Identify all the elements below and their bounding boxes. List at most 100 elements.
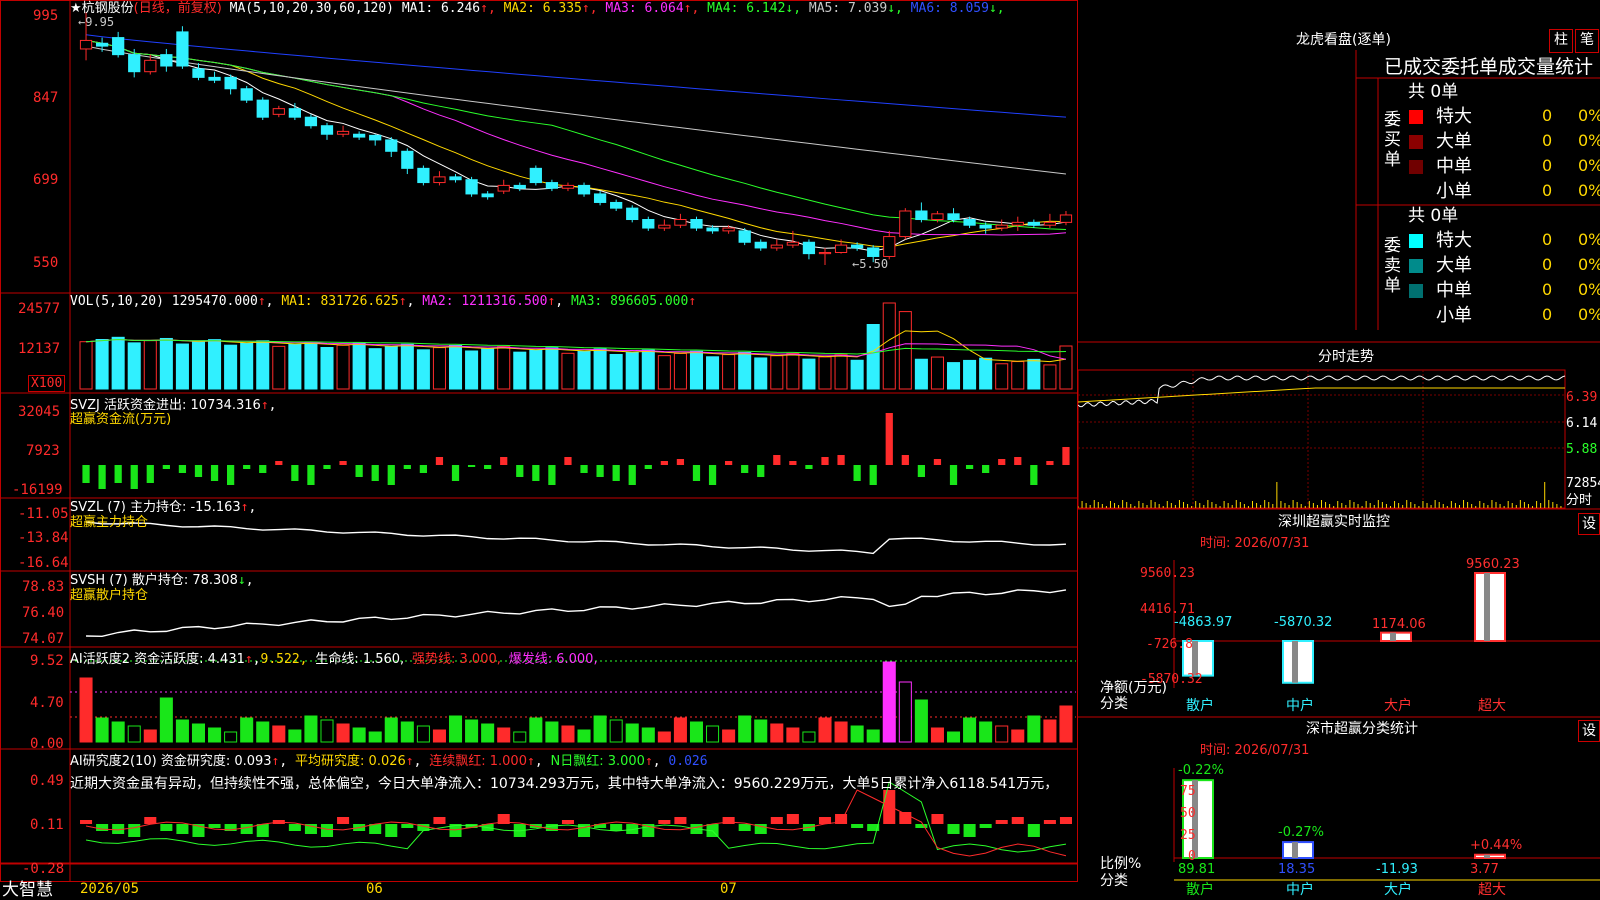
activity-bar xyxy=(1043,719,1057,743)
ma-arrow: ↑, xyxy=(581,1,606,16)
sell-side-label: 委卖单 xyxy=(1384,236,1401,296)
volume-bar xyxy=(1043,364,1057,390)
research-red-line xyxy=(85,789,1067,857)
ma-arrow: ↓, xyxy=(887,1,911,16)
fund-flow-bar xyxy=(660,461,668,465)
ma-arrow: ↑, xyxy=(480,1,504,16)
stock-name[interactable]: ★杭钢股份 xyxy=(70,1,134,16)
candle-body xyxy=(401,150,414,169)
fund-flow-bar xyxy=(130,465,138,489)
activity-bar xyxy=(898,681,912,743)
main-holding-line xyxy=(85,521,1067,555)
candle-body xyxy=(947,213,960,221)
candle-body xyxy=(128,54,141,73)
lhb-row-count: 0 xyxy=(1542,305,1553,324)
candle-body xyxy=(79,39,93,50)
lhb-row-percent: 0% xyxy=(1578,131,1600,150)
volume-bar xyxy=(689,350,704,390)
fund-flow-bar xyxy=(243,465,251,469)
fund-flow-bar xyxy=(516,465,524,477)
activity-bar xyxy=(770,723,784,743)
vol-unit-label[interactable]: X100 xyxy=(28,375,66,392)
fund-flow-bar xyxy=(644,465,652,469)
volume-bar xyxy=(272,345,286,390)
activity-bar xyxy=(465,719,479,743)
fund-flow-bar xyxy=(965,465,974,469)
ai1-strong: 强势线: 3.000, xyxy=(412,652,501,667)
lhb-row-percent: 0% xyxy=(1578,230,1600,249)
activity-bar xyxy=(272,725,286,743)
svzl-axis-label: -13.84 xyxy=(18,530,69,546)
research-bar xyxy=(1027,824,1040,837)
tick-mode-button[interactable]: 笔 xyxy=(1575,29,1599,53)
volume-bar xyxy=(770,355,784,390)
activity-bar xyxy=(561,725,575,743)
activity-bar xyxy=(577,729,591,743)
activity-bar xyxy=(143,729,157,743)
activity-bar xyxy=(175,719,189,743)
candle-body xyxy=(288,108,301,118)
ai2-header: AI研究度2(10) 资金研究度: 0.093↑, 平均研究度: 0.026↑,… xyxy=(70,754,708,769)
candle-body xyxy=(786,241,799,246)
activity-bar xyxy=(754,719,768,743)
ma-arrow: ↓, xyxy=(785,1,809,16)
sz-class-axis-label: 50 xyxy=(1180,806,1196,821)
activity-bar xyxy=(513,731,527,743)
period-mode[interactable]: (日线，前复权) xyxy=(134,1,222,16)
volume-bar xyxy=(818,356,832,390)
research-bar xyxy=(883,790,896,824)
fund-flow-bar xyxy=(467,465,476,467)
bar-mode-button[interactable]: 柱 xyxy=(1549,29,1573,53)
research-bar xyxy=(561,820,574,824)
sz-monitor-ylabel: 净额(万元) xyxy=(1100,680,1167,696)
candle-body xyxy=(433,176,446,184)
ai1-burst: 爆发线: 6.000, xyxy=(508,652,598,667)
volume-bar xyxy=(1059,345,1073,390)
sz-monitor-axis-label: 9560.23 xyxy=(1140,566,1195,581)
x-axis-label: 06 xyxy=(366,881,383,897)
volume-bar xyxy=(448,344,463,390)
fund-flow-bar xyxy=(901,455,909,465)
retail-holding-line xyxy=(86,589,1067,637)
fund-flow-bar xyxy=(500,457,508,465)
ai1-header: AI活跃度2 资金活跃度: 4.431↑,9.522, 生命线: 1.560, … xyxy=(70,652,598,667)
candle-body xyxy=(95,42,109,47)
activity-bar xyxy=(127,725,141,743)
sz-class-time: 时间: 2026/07/31 xyxy=(1200,743,1310,758)
ma-values: MA1: 6.246↑, MA2: 6.335↑, MA3: 6.064↑, M… xyxy=(402,1,1005,16)
volume-bar xyxy=(432,347,446,390)
fund-flow-bar xyxy=(162,465,170,469)
activity-bar xyxy=(689,721,704,743)
volume-bar xyxy=(416,349,430,390)
brand-logo[interactable]: 大智慧 xyxy=(2,880,53,900)
research-bar xyxy=(770,817,783,824)
lhb-row-name: 小单 xyxy=(1436,305,1472,326)
ai2-note: 近期大资金虽有异动，但持续性不强，总体偏空，今日大单净流入：10734.293万… xyxy=(70,776,1059,792)
candle-body xyxy=(320,125,334,135)
candle-body xyxy=(642,219,655,229)
svsh-axis-label: 76.40 xyxy=(22,605,65,621)
candle-body xyxy=(417,167,430,184)
candle-body xyxy=(192,68,205,78)
fund-flow-bar xyxy=(596,465,604,477)
fund-flow-bar xyxy=(98,465,106,489)
fund-flow-bar xyxy=(1062,447,1070,465)
activity-bar xyxy=(834,721,848,743)
candle-body xyxy=(224,76,237,90)
ai2-nred: N日飘红: 3.000 xyxy=(550,754,645,769)
activity-bar xyxy=(497,727,511,743)
fund-flow-bar xyxy=(210,465,219,481)
volume-bar xyxy=(914,358,928,390)
sz-class-settings-button[interactable]: 设 xyxy=(1578,720,1600,742)
volume-bar xyxy=(320,347,334,390)
research-bar xyxy=(1043,820,1056,824)
buy-side-label: 委买单 xyxy=(1384,110,1401,170)
activity-bar xyxy=(79,677,93,743)
ma-arrow: ↑, xyxy=(683,1,708,16)
volume-bar xyxy=(1011,361,1025,390)
sz-monitor-settings-button[interactable]: 设 xyxy=(1578,513,1600,535)
lhb-row-percent: 0% xyxy=(1578,305,1600,324)
activity-bar xyxy=(545,721,559,743)
activity-bar xyxy=(1027,715,1041,743)
svsh-label: SVSH (7) 散户持仓: 78.308 xyxy=(70,573,238,588)
